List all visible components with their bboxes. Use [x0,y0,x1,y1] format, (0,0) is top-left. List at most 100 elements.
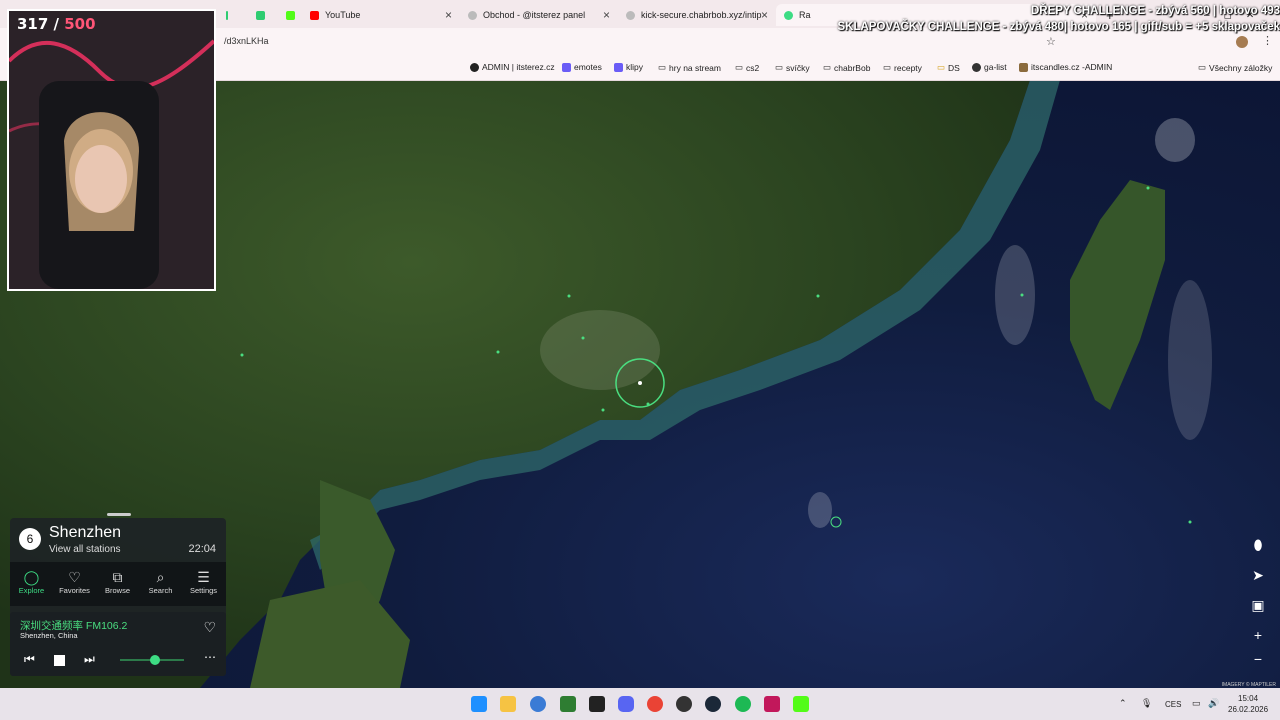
zoom-in-button[interactable]: + [1246,623,1270,647]
bookmark-recepty[interactable]: ▭ recepty [883,62,922,73]
clock-time[interactable]: 15:04 [1238,694,1258,703]
clock-date[interactable]: 26.02.2026 [1228,705,1268,714]
nav-favorites[interactable]: ♡ Favorites [53,562,96,606]
tab-obchod[interactable]: Obchod - @itsterez panel × [460,4,618,26]
close-icon[interactable]: × [603,8,610,22]
nav-explore[interactable]: ◯ Explore [10,562,53,606]
bookmark-ds[interactable]: ▭ DS [937,62,960,73]
challenge-line-1: DŘEPY CHALLENGE - zbývá 560 | hotovo 493 [1030,5,1280,17]
city-name: Shenzhen [49,524,122,541]
tab-pinned[interactable] [278,4,302,26]
challenge-overlay: DŘEPY CHALLENGE - zbývá 560 | hotovo 493… [780,3,1280,35]
view-all-stations-link[interactable]: View all stations [49,544,121,555]
balloon-icon[interactable]: ⬮ [1246,533,1270,557]
microphone-icon[interactable]: 🎙 [1141,698,1152,709]
tab-label: YouTube [325,10,361,20]
station-location: Shenzhen, China [20,631,78,640]
kick-icon[interactable] [793,696,809,712]
bookmark-cs2[interactable]: ▭ cs2 [735,62,759,73]
explore-icon: ◯ [23,569,40,585]
bookmark-ga-list[interactable]: ga-list [972,62,1007,72]
tab-label: kick-secure.chabrbob.xyz/intip [641,10,762,20]
folder-icon: ▭ [1198,62,1207,72]
radio-panel: 6 Shenzhen View all stations 22:04 ◯ Expl… [10,513,226,676]
network-icon[interactable]: ▭ [1192,698,1201,709]
nav-settings[interactable]: ☰ Settings [182,562,225,606]
steam-icon[interactable] [705,696,721,712]
star-icon[interactable]: ☆ [1046,35,1056,48]
bookmark-klipy[interactable]: klipy [614,62,643,72]
extension-icon [256,10,265,20]
folder-icon: ▭ [937,62,946,72]
folder-icon: ▭ [735,62,744,72]
explorer-icon[interactable] [500,696,516,712]
chevron-up-icon[interactable]: ⌃ [1119,698,1127,709]
previous-icon[interactable]: ⏮ [24,652,35,667]
station-count-badge: 6 [19,528,41,550]
tab-kick-secure[interactable]: kick-secure.chabrbob.xyz/intip × [618,4,776,26]
volume-icon[interactable]: 🔊 [1208,698,1219,709]
language-indicator[interactable]: CES [1165,700,1181,709]
bookmark-emotes[interactable]: emotes [562,62,602,72]
stop-icon[interactable] [54,655,65,666]
folder-icon: ▭ [883,62,892,72]
more-icon[interactable]: ⋯ [204,650,216,664]
next-icon[interactable]: ⏭ [84,652,95,667]
tab-youtube[interactable]: YouTube × [302,4,460,26]
nav-search[interactable]: ⌕ Search [139,562,182,606]
tab-pinned[interactable] [248,4,272,26]
tab-pinned[interactable] [218,4,228,26]
close-icon[interactable]: × [761,8,768,22]
discord-icon[interactable] [618,696,634,712]
radio-nav: ◯ Explore ♡ Favorites ⧉ Browse ⌕ Search ☰ Set… [10,562,226,606]
extension-icon [226,10,228,20]
bookmark-admin[interactable]: ADMIN | itsterez.cz [470,62,555,72]
menu-icon[interactable]: ⋮ [1262,34,1273,47]
app-icon[interactable] [589,696,605,712]
squat-counter: 317 / 500 [17,15,96,33]
avatar[interactable] [1236,36,1248,48]
folder-icon: ▭ [658,62,667,72]
app-icon[interactable] [764,696,780,712]
url-field[interactable]: /d3xnLKHa [224,36,269,46]
bookmark-chabrbob[interactable]: ▭ chabrBob [823,62,870,73]
search-icon: ⌕ [156,569,165,585]
start-icon[interactable] [471,696,487,712]
volume-slider[interactable] [120,655,184,665]
folder-icon: ▭ [775,62,784,72]
bookmark-itscandles[interactable]: itscandles.cz -ADMIN [1019,62,1112,72]
excel-icon[interactable] [560,696,576,712]
locate-icon[interactable]: ➤ [1246,563,1270,587]
taskbar: ⌃ 🎙 CES ▭ 🔊 15:04 26.02.2026 [0,688,1280,720]
bookmark-hry[interactable]: ▭ hry na stream [658,62,721,73]
heart-icon: ♡ [68,569,81,585]
globe-icon [468,10,477,20]
extension-icon[interactable] [1080,37,1089,46]
obs-icon[interactable] [676,696,692,712]
nav-browse[interactable]: ⧉ Browse [96,562,139,606]
ccleaner-icon[interactable] [530,696,546,712]
drag-handle[interactable] [107,513,131,516]
volume-knob[interactable] [150,655,161,665]
webcam-feed [9,11,214,289]
local-time: 22:04 [188,543,216,555]
player: 深圳交通频率 FM106.2 Shenzhen, China ♡ ⏮ ⏭ ⋯ [10,612,226,676]
spotify-icon[interactable] [735,696,751,712]
bookmark-all[interactable]: ▭ Všechny záložky [1198,62,1272,73]
kick-icon [286,10,295,20]
close-icon[interactable]: × [445,8,452,22]
webcam-overlay: 317 / 500 [7,9,216,291]
location-header[interactable]: 6 Shenzhen View all stations 22:04 [10,518,226,562]
map-icon: ⧉ [112,569,123,585]
challenge-line-2: SKLAPOVAČKY CHALLENGE - zbývá 480| hotov… [837,21,1280,33]
tab-label: Obchod - @itsterez panel [483,10,586,20]
folder-icon: ▭ [823,62,832,72]
favorite-heart-icon[interactable]: ♡ [203,619,216,636]
zoom-out-button[interactable]: − [1246,647,1270,671]
youtube-icon [310,10,319,20]
chrome-icon[interactable] [647,696,663,712]
globe-icon [626,10,635,20]
lock-icon[interactable]: ▣ [1246,593,1270,617]
settings-icon: ☰ [197,569,210,585]
bookmark-svicky[interactable]: ▭ svíčky [775,62,810,73]
